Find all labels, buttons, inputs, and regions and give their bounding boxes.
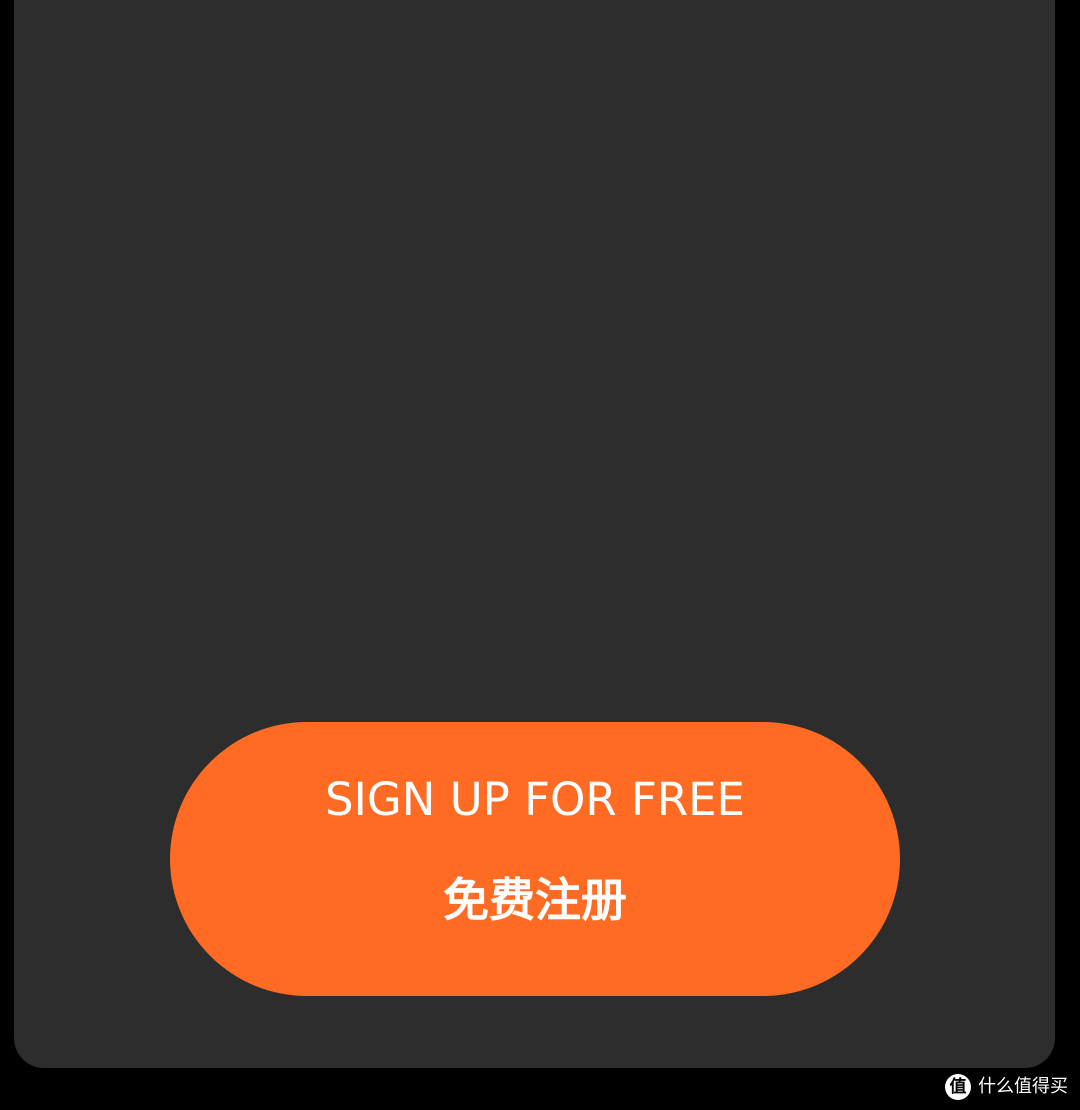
sign-up-label-chinese: 免费注册 (443, 873, 627, 927)
sign-up-button[interactable]: SIGN UP FOR FREE 免费注册 (170, 722, 900, 996)
site-watermark: 值 什么值得买 (945, 1072, 1068, 1102)
sign-up-label-english: SIGN UP FOR FREE (325, 773, 745, 826)
smzdm-logo-icon: 值 (945, 1074, 971, 1100)
watermark-text: 什么值得买 (978, 1076, 1068, 1097)
